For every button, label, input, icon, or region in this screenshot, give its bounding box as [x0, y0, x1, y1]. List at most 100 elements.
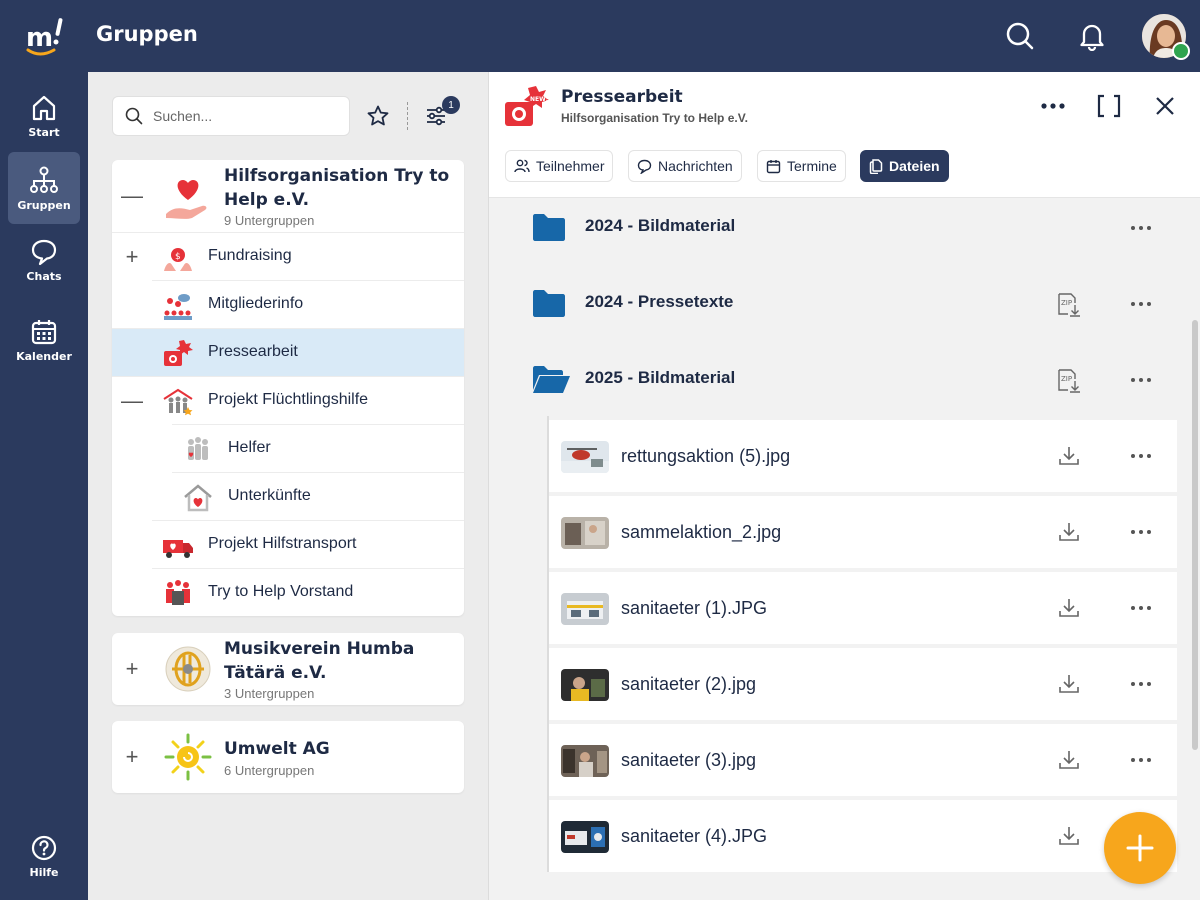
- org-chart-icon: [30, 166, 58, 193]
- sidebar-item-hilfe[interactable]: Hilfe: [8, 820, 80, 892]
- tab-label: Termine: [787, 158, 837, 174]
- svg-text:m: m: [26, 23, 53, 53]
- group-name: Hilfsorganisation Try to: [224, 166, 450, 186]
- tab-teilnehmer[interactable]: Teilnehmer: [505, 150, 614, 182]
- folder-row-open[interactable]: 2025 - Bildmaterial ZIP: [489, 342, 1189, 418]
- more-options-icon[interactable]: [1125, 440, 1157, 472]
- download-icon[interactable]: [1053, 668, 1085, 700]
- group-header[interactable]: — Hilfsorganisation Try to Help e.V. 9 U…: [112, 160, 464, 232]
- list-item[interactable]: Projekt Hilfstransport: [152, 520, 464, 568]
- more-options-icon[interactable]: [1125, 668, 1157, 700]
- download-icon[interactable]: [1053, 440, 1085, 472]
- sidebar-item-label: Chats: [26, 269, 62, 283]
- main-sidebar: Start Gruppen Chats Kalender Hilfe: [0, 72, 88, 900]
- hand-heart-logo-icon: [164, 170, 212, 222]
- sidebar-item-kalender[interactable]: Kalender: [8, 304, 80, 376]
- home-icon: [32, 95, 56, 120]
- tab-nachrichten[interactable]: Nachrichten: [628, 150, 742, 182]
- search-field[interactable]: [112, 96, 350, 136]
- file-row[interactable]: sanitaeter (2).jpg: [549, 648, 1177, 720]
- tab-label: Teilnehmer: [536, 158, 605, 174]
- list-item[interactable]: Helfer: [172, 424, 464, 472]
- search-icon: [125, 107, 143, 125]
- subgroup-label: Mitgliederinfo: [208, 295, 304, 312]
- image-thumbnail: [561, 669, 609, 701]
- zip-download-icon[interactable]: ZIP: [1053, 364, 1085, 396]
- download-icon[interactable]: [1053, 516, 1085, 548]
- list-item[interactable]: Try to Help Vorstand: [152, 568, 464, 616]
- news-camera-icon: NEWS: [503, 84, 551, 130]
- tab-termine[interactable]: Termine: [757, 150, 846, 182]
- sidebar-item-start[interactable]: Start: [8, 80, 80, 152]
- more-options-icon[interactable]: [1125, 212, 1157, 244]
- download-icon[interactable]: [1053, 592, 1085, 624]
- expand-fullscreen-icon[interactable]: [1093, 92, 1125, 120]
- tab-dateien[interactable]: Dateien: [860, 150, 949, 182]
- close-icon[interactable]: [1149, 92, 1181, 120]
- message-icon: [637, 159, 652, 174]
- favorites-star-icon[interactable]: [364, 102, 392, 130]
- file-row[interactable]: sammelaktion_2.jpg: [549, 496, 1177, 568]
- app-logo[interactable]: m: [24, 14, 64, 58]
- sun-logo-icon: [164, 731, 212, 783]
- bell-icon[interactable]: [1074, 18, 1110, 54]
- more-options-icon[interactable]: [1037, 92, 1069, 120]
- zip-download-icon[interactable]: ZIP: [1053, 288, 1085, 320]
- detail-subtitle: Hilfsorganisation Try to Help e.V.: [561, 111, 748, 125]
- news-camera-icon: [162, 339, 194, 369]
- collapse-icon[interactable]: —: [121, 388, 143, 413]
- folder-row[interactable]: 2024 - Bildmaterial: [489, 190, 1189, 266]
- more-options-icon[interactable]: [1125, 288, 1157, 320]
- more-options-icon[interactable]: [1125, 592, 1157, 624]
- file-name: sammelaktion_2.jpg: [621, 522, 782, 542]
- subgroup-label: Unterkünfte: [228, 487, 311, 504]
- online-status-icon: [1172, 42, 1190, 60]
- file-row[interactable]: sanitaeter (1).JPG: [549, 572, 1177, 644]
- group-name: Musikverein Humba: [224, 639, 415, 659]
- sidebar-item-chats[interactable]: Chats: [8, 224, 80, 296]
- folder-row[interactable]: 2024 - Pressetexte ZIP: [489, 266, 1189, 342]
- folder-open-icon: [531, 364, 571, 396]
- more-options-icon[interactable]: [1125, 364, 1157, 396]
- sidebar-item-gruppen[interactable]: Gruppen: [8, 152, 80, 224]
- subgroup-label: Projekt Hilfstransport: [208, 535, 357, 552]
- file-name: sanitaeter (4).JPG: [621, 826, 768, 846]
- aid-truck-icon: [162, 531, 194, 561]
- calendar-icon: [31, 319, 57, 344]
- file-row[interactable]: sanitaeter (4).JPG: [549, 800, 1177, 872]
- folder-icon: [531, 288, 571, 320]
- expand-icon[interactable]: +: [122, 744, 142, 769]
- list-item[interactable]: + $ Fundraising: [112, 232, 464, 280]
- list-item-active[interactable]: Pressearbeit: [112, 328, 464, 376]
- folder-name: 2024 - Pressetexte: [585, 292, 734, 311]
- subgroup-label: Pressearbeit: [208, 343, 298, 360]
- sidebar-item-label: Kalender: [16, 349, 72, 363]
- list-item[interactable]: Mitgliederinfo: [152, 280, 464, 328]
- files-icon: [869, 158, 883, 174]
- file-row[interactable]: sanitaeter (3).jpg: [549, 724, 1177, 796]
- group-card-musikverein[interactable]: + Musikverein Humba Tätärä e.V. 3 Unterg…: [112, 633, 464, 705]
- file-row[interactable]: rettungsaktion (5).jpg: [549, 420, 1177, 492]
- more-options-icon[interactable]: [1125, 516, 1157, 548]
- search-icon[interactable]: [1002, 18, 1038, 54]
- download-icon[interactable]: [1053, 744, 1085, 776]
- search-input[interactable]: [153, 108, 333, 124]
- subgroup-count: 3 Untergruppen: [224, 686, 315, 701]
- group-card-umwelt[interactable]: + Umwelt AG 6 Untergruppen: [112, 721, 464, 793]
- file-name: sanitaeter (1).JPG: [621, 598, 768, 618]
- more-options-icon[interactable]: [1125, 744, 1157, 776]
- subgroup-label: Helfer: [228, 439, 271, 456]
- refugee-family-icon: [162, 387, 194, 417]
- folder-name: 2025 - Bildmaterial: [585, 368, 736, 387]
- group-name: Umwelt AG: [224, 739, 330, 759]
- zip-label: ZIP: [1061, 375, 1072, 383]
- scrollbar[interactable]: [1192, 320, 1198, 750]
- add-button[interactable]: [1104, 812, 1176, 884]
- expand-icon[interactable]: +: [122, 244, 142, 269]
- collapse-icon[interactable]: —: [121, 183, 143, 208]
- toolbar-divider: [407, 102, 408, 130]
- expand-icon[interactable]: +: [122, 656, 142, 681]
- download-icon[interactable]: [1053, 820, 1085, 852]
- list-item[interactable]: — Projekt Flüchtlingshilfe: [112, 376, 464, 424]
- list-item[interactable]: Unterkünfte: [172, 472, 464, 520]
